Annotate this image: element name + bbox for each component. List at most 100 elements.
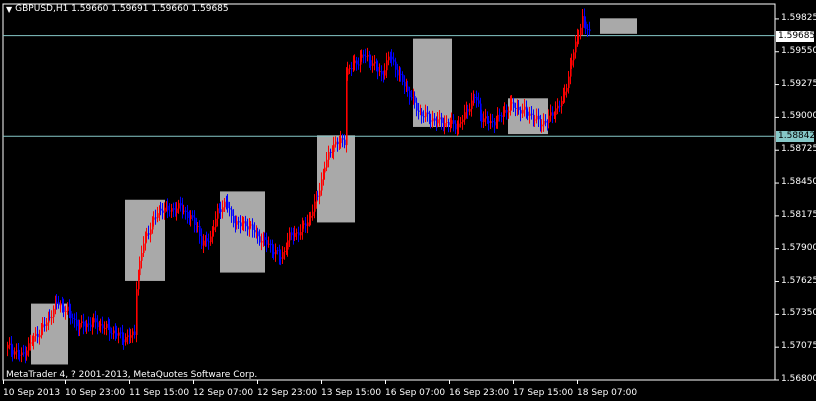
candle-body	[134, 331, 136, 335]
candle-body	[116, 333, 118, 336]
candle-body	[587, 29, 589, 31]
time-tick-label: 16 Sep 07:00	[385, 388, 446, 398]
triangle-down-icon[interactable]: ▼	[6, 5, 12, 14]
candle-body	[416, 102, 418, 111]
candle-body	[171, 208, 173, 212]
candle-body	[141, 252, 143, 261]
candle-body	[370, 60, 372, 66]
candle-body	[444, 122, 446, 127]
candle-body	[240, 222, 242, 227]
candle-body	[418, 110, 420, 112]
candle-body	[264, 237, 266, 241]
candle-body	[555, 108, 557, 116]
candle-body	[453, 120, 455, 124]
candle-body	[520, 110, 522, 114]
candle-body	[571, 60, 573, 66]
candle-body	[173, 208, 175, 210]
price-tick-label: 1.57350	[781, 308, 816, 319]
candle-body	[39, 335, 41, 338]
candle-body	[305, 223, 307, 227]
candle-body	[146, 233, 148, 237]
candle-body	[23, 352, 25, 354]
candle-body	[51, 317, 53, 319]
candle-body	[568, 76, 570, 89]
candle-body	[266, 240, 268, 245]
candle-body	[478, 100, 480, 104]
price-tick-label: 1.59000	[781, 111, 816, 122]
candle-body	[393, 59, 395, 62]
candle-body	[356, 60, 358, 65]
candle-body	[379, 71, 381, 73]
candle-body	[277, 250, 279, 252]
candle-body	[247, 226, 249, 230]
candle-body	[513, 102, 515, 108]
candle-body	[282, 252, 284, 259]
candle-body	[351, 68, 353, 70]
candle-body	[330, 151, 332, 153]
candle-body	[217, 208, 219, 219]
candle-body	[74, 318, 76, 320]
candle-body	[474, 97, 476, 99]
candle-body	[12, 350, 14, 355]
candle-body	[511, 102, 513, 104]
copyright-text: MetaTrader 4, ? 2001-2013, MetaQuotes So…	[6, 370, 258, 380]
candle-body	[187, 211, 189, 218]
candle-body	[56, 301, 58, 303]
candle-body	[451, 120, 453, 124]
candle-body	[335, 141, 337, 145]
candle-body	[111, 333, 113, 335]
candle-body	[42, 324, 44, 328]
candle-body	[72, 317, 74, 319]
price-chart[interactable]	[0, 0, 816, 401]
candle-body	[347, 68, 349, 75]
price-tick-label: 1.58450	[781, 177, 816, 188]
candle-body	[506, 109, 508, 113]
candle-body	[123, 339, 125, 343]
candle-body	[582, 16, 584, 28]
candle-body	[377, 66, 379, 72]
candle-body	[501, 115, 503, 117]
candle-body	[289, 232, 291, 241]
candle-body	[534, 119, 536, 121]
candle-body	[169, 210, 171, 212]
candle-body	[227, 201, 229, 209]
chart-title: GBPUSD,H1 1.59660 1.59691 1.59660 1.5968…	[15, 4, 229, 14]
candle-body	[446, 122, 448, 124]
candle-body	[35, 333, 37, 337]
candle-body	[497, 114, 499, 122]
candle-body	[93, 318, 95, 323]
candle-body	[344, 139, 346, 146]
price-tick-label: 1.59825	[781, 12, 816, 23]
candle-body	[229, 208, 231, 210]
candle-body	[220, 209, 222, 212]
candle-body	[361, 54, 363, 58]
candle-body	[291, 232, 293, 236]
candle-body	[259, 236, 261, 243]
candle-body	[95, 318, 97, 323]
candle-body	[421, 111, 423, 117]
candle-body	[238, 221, 240, 223]
candle-body	[26, 350, 28, 356]
candle-body	[381, 71, 383, 75]
candle-body	[160, 208, 162, 211]
candle-body	[307, 222, 309, 227]
candle-body	[552, 112, 554, 116]
candle-body	[414, 96, 416, 103]
candle-body	[545, 120, 547, 123]
price-tick-label: 1.56800	[781, 374, 816, 384]
candle-body	[561, 100, 563, 107]
candle-body	[44, 324, 46, 326]
candle-body	[409, 90, 411, 98]
candle-body	[33, 336, 35, 342]
candle-body	[106, 323, 108, 328]
candle-body	[113, 330, 115, 334]
time-tick-label: 10 Sep 23:00	[65, 388, 126, 398]
candle-body	[150, 229, 152, 235]
candle-body	[14, 351, 16, 355]
candle-body	[79, 323, 81, 330]
current-price-tag: 1.59685	[776, 30, 816, 42]
candle-body	[324, 167, 326, 173]
candle-body	[319, 190, 321, 197]
candle-body	[578, 35, 580, 37]
candle-body	[153, 217, 155, 220]
